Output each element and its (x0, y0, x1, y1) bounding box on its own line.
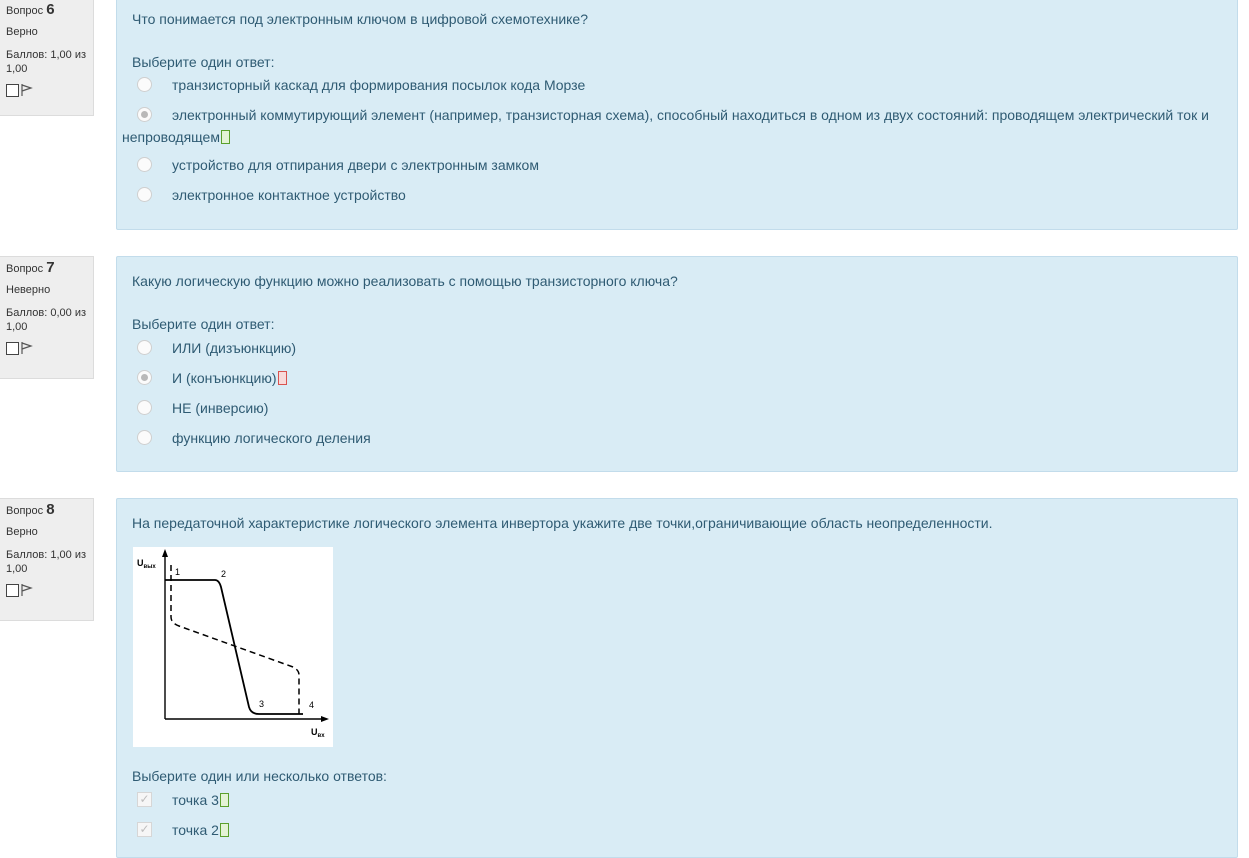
answer-prompt: Выберите один ответ: (132, 54, 275, 70)
flag-question-toggle[interactable] (6, 582, 87, 598)
flag-question-toggle[interactable] (6, 82, 87, 98)
answer-option-label: точка 3 (172, 789, 1225, 811)
question-number: Вопрос 8 (6, 501, 55, 518)
radio-button[interactable] (137, 187, 152, 202)
question-content-7: Какую логическую функцию можно реализова… (116, 256, 1238, 472)
question-text: Какую логическую функцию можно реализова… (132, 273, 678, 289)
answer-option[interactable]: электронное контактное устройство (137, 184, 1225, 206)
flag-question-toggle[interactable] (6, 340, 87, 356)
question-grade: Баллов: 1,00 из 1,00 (6, 49, 87, 75)
transfer-characteristic-diagram: Uвых Uвх 1 2 3 4 (133, 547, 333, 747)
question-content-6: Что понимается под электронным ключом в … (116, 0, 1238, 230)
radio-button-selected[interactable] (137, 370, 152, 385)
checkmark-icon: ✓ (139, 792, 150, 806)
question-grade: Баллов: 1,00 из 1,00 (6, 549, 87, 575)
radio-button[interactable] (137, 77, 152, 92)
correct-mark-icon (219, 793, 229, 807)
answer-option[interactable]: И (конъюнкцию) (137, 367, 1225, 389)
question-content-8: На передаточной характеристике логическо… (116, 498, 1238, 858)
correct-mark-icon (220, 130, 230, 144)
radio-button[interactable] (137, 340, 152, 355)
answer-option[interactable]: ✓ точка 3 (137, 789, 1225, 811)
answer-option-label: ИЛИ (дизъюнкцию) (172, 340, 297, 356)
answer-option-label: НЕ (инверсию) (172, 400, 269, 416)
answer-option-label: И (конъюнкцию) (172, 367, 1225, 389)
answer-option-label: электронное контактное устройство (172, 187, 406, 203)
question-text: На передаточной характеристике логическо… (132, 515, 993, 531)
answer-option[interactable]: функцию логического деления (137, 427, 1225, 449)
point-label-1: 1 (175, 567, 180, 577)
flag-checkbox[interactable] (6, 83, 19, 97)
question-info-6: Вопрос 6 Верно Баллов: 1,00 из 1,00 (0, 0, 94, 116)
answer-option-label: электронный коммутирующий элемент (напри… (122, 107, 1209, 145)
question-state: Верно (6, 26, 38, 38)
answer-option-label: транзисторный каскад для формирования по… (172, 77, 586, 93)
answer-option[interactable]: устройство для отпирания двери с электро… (137, 154, 1225, 176)
question-number: Вопрос 7 (6, 259, 55, 276)
question-grade: Баллов: 0,00 из 1,00 (6, 307, 87, 333)
answer-option[interactable]: ИЛИ (дизъюнкцию) (137, 337, 1225, 359)
flag-icon (21, 342, 33, 354)
answer-option-label: функцию логического деления (172, 430, 371, 446)
point-label-4: 4 (309, 700, 314, 710)
checkbox-checked[interactable]: ✓ (137, 822, 152, 837)
correct-mark-icon (219, 823, 229, 837)
radio-button[interactable] (137, 157, 152, 172)
question-info-7: Вопрос 7 Неверно Баллов: 0,00 из 1,00 (0, 256, 94, 379)
radio-button[interactable] (137, 430, 152, 445)
question-state: Верно (6, 526, 38, 538)
question-state: Неверно (6, 284, 51, 296)
flag-icon (21, 84, 33, 96)
answer-option[interactable]: НЕ (инверсию) (137, 397, 1225, 419)
point-label-2: 2 (221, 569, 226, 579)
answer-option[interactable]: электронный коммутирующий элемент (напри… (122, 104, 1225, 148)
incorrect-mark-icon (277, 371, 287, 385)
question-text: Что понимается под электронным ключом в … (132, 11, 588, 27)
flag-icon (21, 584, 33, 596)
flag-checkbox[interactable] (6, 583, 19, 597)
answer-prompt: Выберите один ответ: (132, 316, 275, 332)
checkmark-icon: ✓ (139, 822, 150, 836)
question-number: Вопрос 6 (6, 1, 55, 18)
point-label-3: 3 (259, 699, 264, 709)
question-info-8: Вопрос 8 Верно Баллов: 1,00 из 1,00 (0, 498, 94, 621)
flag-checkbox[interactable] (6, 341, 19, 355)
answer-prompt: Выберите один или несколько ответов: (132, 768, 387, 784)
answer-option-label: устройство для отпирания двери с электро… (172, 157, 539, 173)
answer-option[interactable]: транзисторный каскад для формирования по… (137, 74, 1225, 96)
checkbox-checked[interactable]: ✓ (137, 792, 152, 807)
radio-button[interactable] (137, 400, 152, 415)
